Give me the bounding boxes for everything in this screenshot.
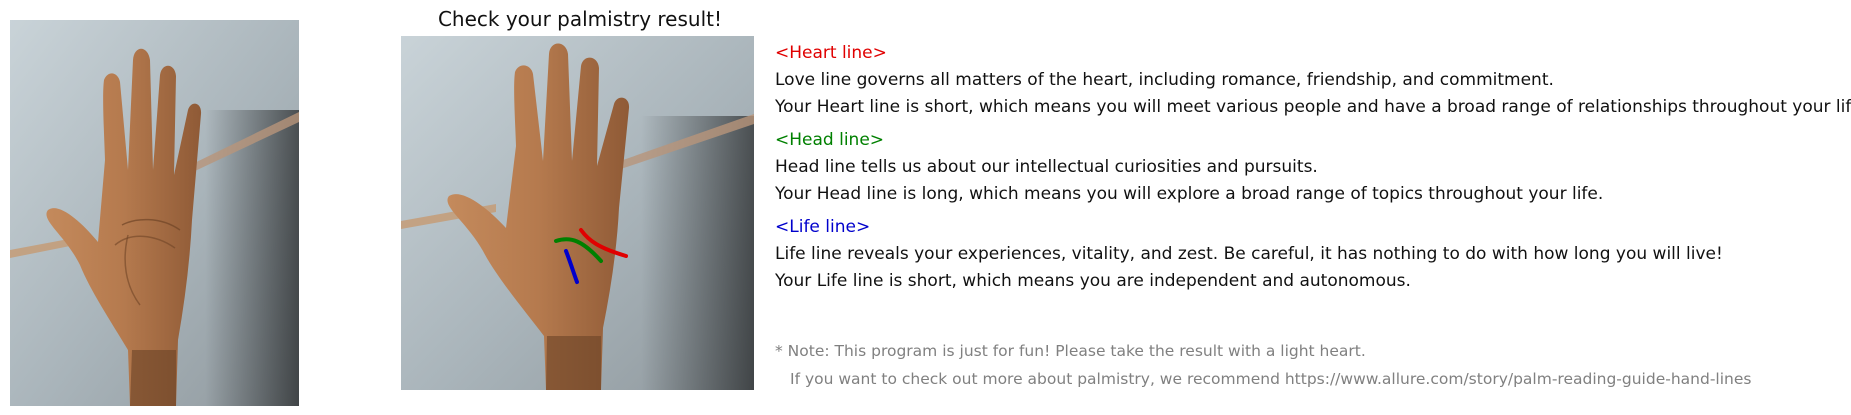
head-line-section: <Head line> Head line tells us about our… — [775, 127, 1845, 208]
note-line-2: If you want to check out more about palm… — [790, 370, 1752, 388]
head-line-heading: <Head line> — [775, 130, 885, 150]
heart-line-result: Your Heart line is short, which means yo… — [775, 97, 1851, 117]
heart-line-heading: <Heart line> — [775, 43, 887, 63]
head-line-result: Your Head line is long, which means you … — [775, 184, 1604, 204]
heart-line-description: Love line governs all matters of the hea… — [775, 70, 1554, 90]
life-line-section: <Life line> Life line reveals your exper… — [775, 214, 1845, 295]
life-line-heading: <Life line> — [775, 217, 871, 237]
heart-line-section: <Heart line> Love line governs all matte… — [775, 40, 1851, 121]
life-line-description: Life line reveals your experiences, vita… — [775, 244, 1723, 264]
original-palm-photo — [10, 20, 299, 406]
life-line-result: Your Life line is short, which means you… — [775, 271, 1411, 291]
palmistry-result-text: <Heart line> Love line governs all matte… — [775, 40, 1851, 301]
note-line-1: * Note: This program is just for fun! Pl… — [775, 342, 1366, 360]
page-title: Check your palmistry result! — [437, 7, 723, 31]
head-line-description: Head line tells us about our intellectua… — [775, 157, 1318, 177]
note-block: * Note: This program is just for fun! Pl… — [775, 337, 1845, 393]
annotated-palm-photo — [401, 36, 754, 390]
